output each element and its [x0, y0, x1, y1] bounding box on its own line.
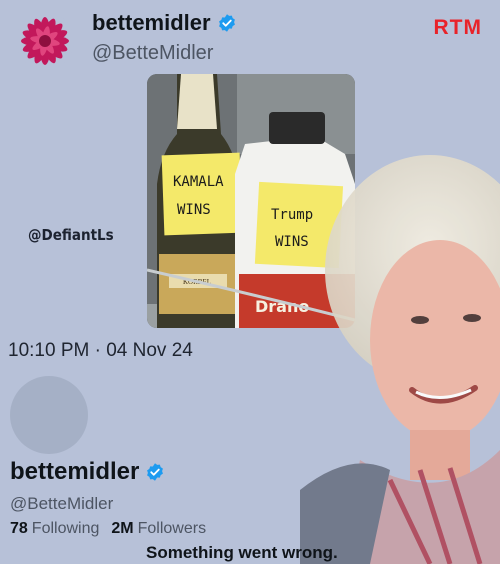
profile-avatar[interactable]: [16, 12, 74, 70]
following-link[interactable]: 78 Following: [10, 520, 99, 538]
profile-card-display-name[interactable]: bettemidler: [10, 458, 165, 486]
handle[interactable]: @BetteMidler: [92, 42, 213, 65]
kamala-note-line1: KAMALA: [173, 174, 224, 190]
defiantls-watermark: @DefiantLs: [28, 226, 114, 244]
display-name-text: bettemidler: [92, 10, 211, 35]
profile-card-handle[interactable]: @BetteMidler: [10, 494, 113, 514]
following-label: Following: [31, 520, 100, 537]
followers-label: Followers: [137, 520, 207, 537]
portrait-photo: [300, 155, 500, 564]
followers-link[interactable]: 2M Followers: [111, 520, 206, 538]
error-message: Something went wrong.: [146, 543, 338, 562]
kamala-note-line2: WINS: [177, 202, 211, 218]
flower-avatar-image: [16, 12, 74, 70]
follow-stats: 78 Following 2M Followers: [10, 520, 206, 538]
verified-badge-icon: [218, 14, 235, 32]
tweet-screenshot: { "header": { "display_name": "bettemidl…: [0, 0, 500, 564]
display-name[interactable]: bettemidler: [92, 10, 237, 36]
profile-card-name-text: bettemidler: [10, 458, 140, 485]
verified-badge-icon: [147, 463, 164, 481]
tweet-timestamp[interactable]: 10:10 PM · 04 Nov 24: [8, 340, 193, 362]
followers-count: 2M: [111, 520, 134, 537]
rtm-logo: RTM: [433, 16, 482, 39]
following-count: 78: [10, 520, 28, 537]
profile-avatar-placeholder[interactable]: [10, 376, 88, 454]
